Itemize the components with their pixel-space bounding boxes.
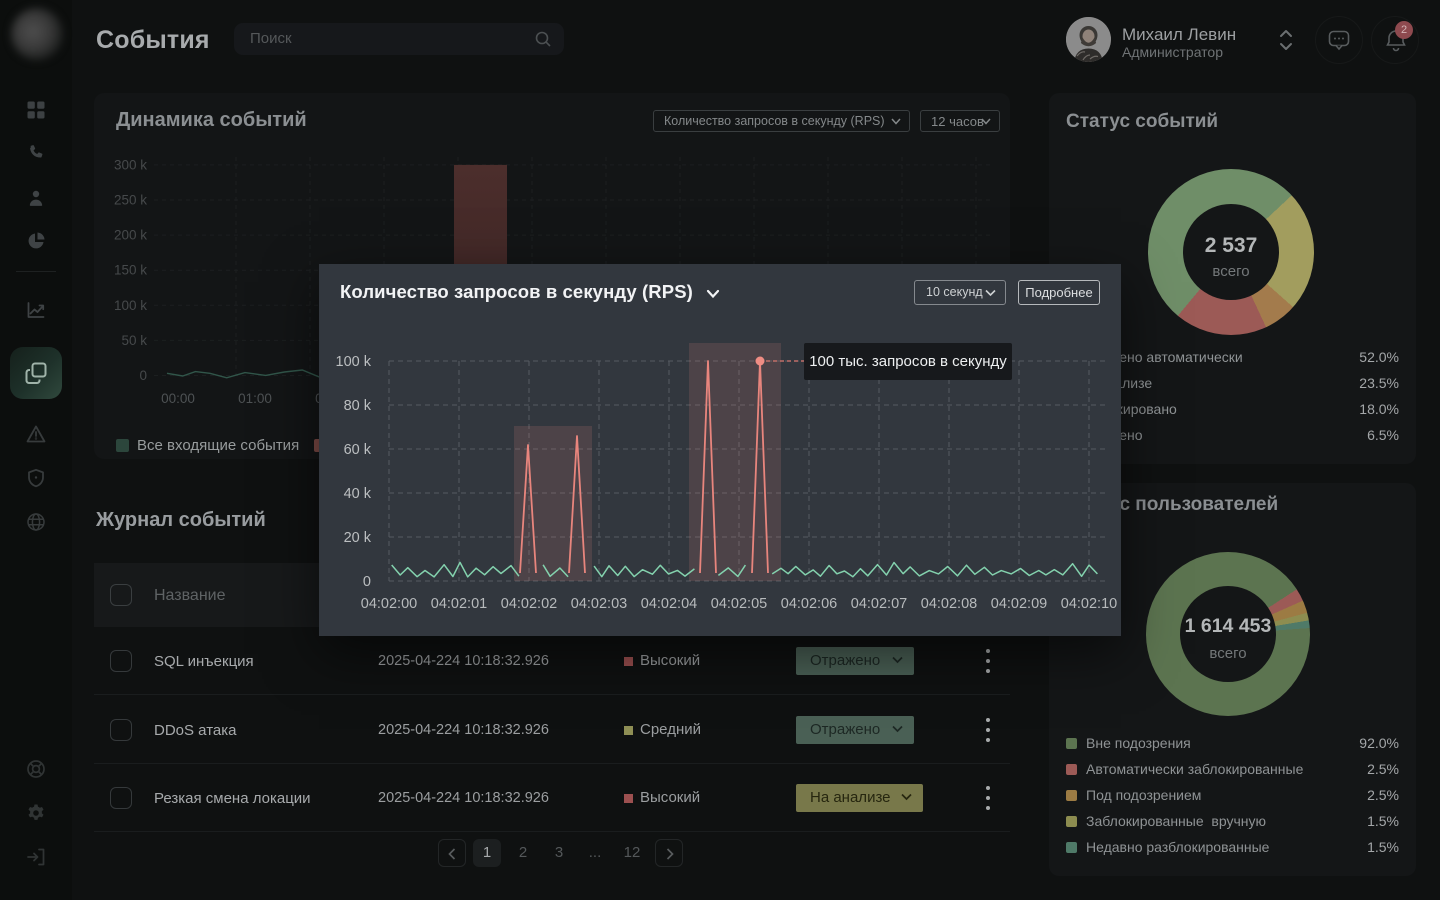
svg-text:04:02:03: 04:02:03 <box>571 596 627 612</box>
svg-text:04:02:07: 04:02:07 <box>851 596 907 612</box>
svg-text:04:02:08: 04:02:08 <box>921 596 977 612</box>
svg-text:04:02:02: 04:02:02 <box>501 596 557 612</box>
svg-text:150 k: 150 k <box>114 263 147 278</box>
svg-text:04:02:01: 04:02:01 <box>431 596 487 612</box>
svg-text:04:02:06: 04:02:06 <box>781 596 837 612</box>
svg-text:04:02:05: 04:02:05 <box>711 596 767 612</box>
svg-text:100 k: 100 k <box>336 354 372 370</box>
svg-text:04:02:00: 04:02:00 <box>361 596 417 612</box>
svg-text:01:00: 01:00 <box>238 391 272 406</box>
svg-text:100 k: 100 k <box>114 298 147 313</box>
svg-text:50 k: 50 k <box>121 333 147 348</box>
svg-text:80 k: 80 k <box>344 398 372 414</box>
svg-text:00:00: 00:00 <box>161 391 195 406</box>
svg-text:250 k: 250 k <box>114 193 147 208</box>
svg-text:60 k: 60 k <box>344 442 372 458</box>
svg-text:40 k: 40 k <box>344 486 372 502</box>
svg-text:04:02:04: 04:02:04 <box>641 596 697 612</box>
svg-text:0: 0 <box>363 574 371 590</box>
svg-text:300 k: 300 k <box>114 157 147 172</box>
svg-text:20 k: 20 k <box>344 530 372 546</box>
svg-text:0: 0 <box>139 368 147 383</box>
svg-text:200 k: 200 k <box>114 228 147 243</box>
svg-text:04:02:09: 04:02:09 <box>991 596 1047 612</box>
svg-text:04:02:10: 04:02:10 <box>1061 596 1117 612</box>
